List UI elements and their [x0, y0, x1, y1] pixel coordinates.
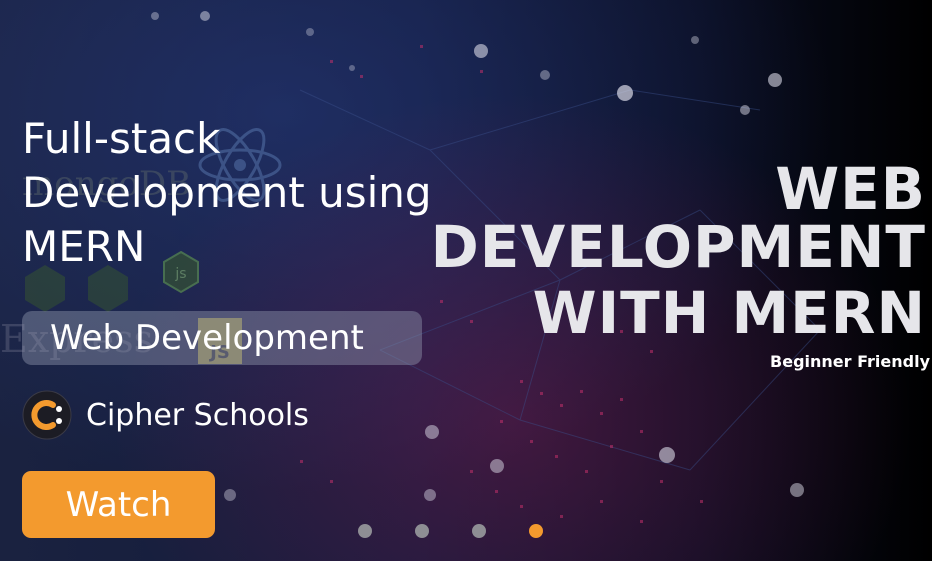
carousel-dot-2[interactable] [415, 524, 429, 538]
cipher-schools-logo-icon [22, 390, 72, 440]
course-title: Full-stack Development using MERN [22, 114, 432, 271]
watch-button[interactable]: Watch [22, 471, 215, 538]
headline-line-2: WITH MERN [532, 279, 926, 347]
provider-info: Cipher Schools [22, 390, 309, 440]
carousel-dot-1[interactable] [358, 524, 372, 538]
carousel-indicators [358, 524, 543, 538]
category-badge: Web Development [22, 311, 422, 365]
headline-tag: Beginner Friendly [770, 352, 930, 371]
carousel-dot-3[interactable] [472, 524, 486, 538]
provider-name: Cipher Schools [86, 397, 309, 433]
carousel-dot-4-active[interactable] [529, 524, 543, 538]
course-banner[interactable]: js mongoDB Express JS WEB DEVELOPMENT WI… [0, 0, 932, 561]
